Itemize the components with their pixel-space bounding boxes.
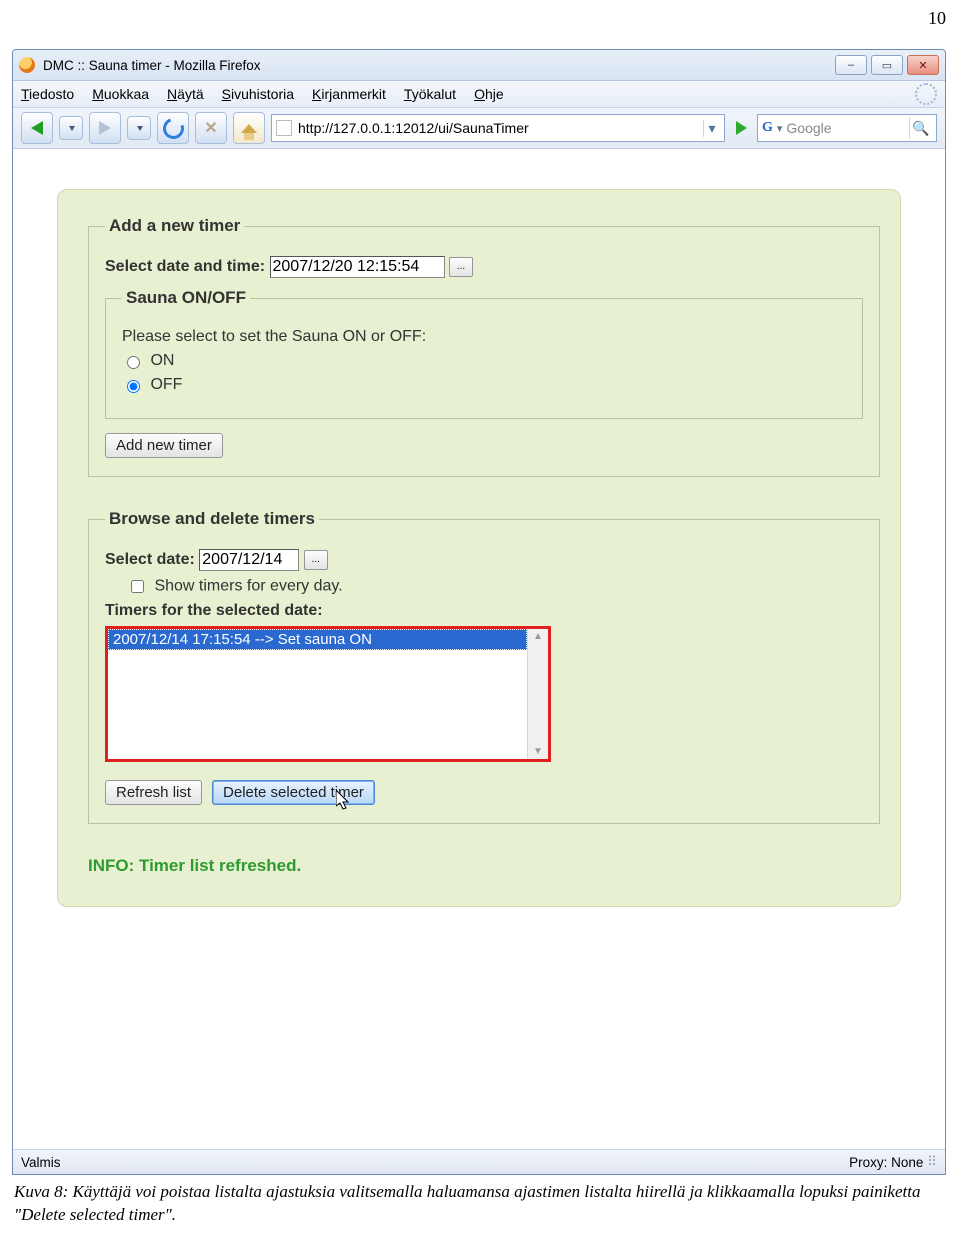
search-engine-icon[interactable]: G (762, 120, 773, 136)
window-close-button[interactable]: ✕ (907, 55, 939, 75)
browse-delete-legend: Browse and delete timers (105, 509, 319, 529)
window-minimize-button[interactable]: – (835, 55, 867, 75)
go-button[interactable] (731, 118, 751, 138)
menu-tools[interactable]: Työkalut (404, 86, 456, 102)
sauna-onoff-prompt: Please select to set the Sauna ON or OFF… (122, 328, 846, 346)
forward-button[interactable] (89, 112, 121, 144)
menu-history[interactable]: Sivuhistoria (222, 86, 294, 102)
main-panel: Add a new timer Select date and time: ..… (57, 189, 901, 907)
page-content: Add a new timer Select date and time: ..… (13, 149, 945, 1149)
back-history-dropdown[interactable] (59, 116, 83, 140)
select-date-label: Select date: (105, 551, 195, 568)
menu-file[interactable]: Tiedosto (21, 86, 74, 102)
scroll-down-icon[interactable]: ▼ (533, 746, 543, 757)
show-all-days-label: Show timers for every day. (154, 578, 342, 595)
url-dropdown[interactable]: ▾ (703, 120, 720, 137)
info-message: INFO: Timer list refreshed. (88, 856, 880, 876)
timer-listbox[interactable]: 2007/12/14 17:15:54 --> Set sauna ON (108, 629, 527, 759)
timer-list-item[interactable]: 2007/12/14 17:15:54 --> Set sauna ON (108, 629, 527, 650)
home-button[interactable] (233, 112, 265, 144)
status-bar: Valmis Proxy: None ⠿ (13, 1149, 945, 1174)
menu-edit[interactable]: Muokkaa (92, 86, 149, 102)
sauna-onoff-fieldset: Sauna ON/OFF Please select to set the Sa… (105, 288, 863, 419)
page-number: 10 (0, 0, 960, 31)
back-button[interactable] (21, 112, 53, 144)
menu-bookmarks[interactable]: Kirjanmerkit (312, 86, 386, 102)
status-right: Proxy: None (849, 1155, 923, 1170)
add-new-timer-button[interactable]: Add new timer (105, 433, 223, 458)
status-left: Valmis (21, 1155, 61, 1170)
resize-grip-icon[interactable]: ⠿ (923, 1154, 937, 1170)
timer-listbox-frame: 2007/12/14 17:15:54 --> Set sauna ON ▲ ▼ (105, 626, 551, 762)
window-maximize-button[interactable]: ▭ (871, 55, 903, 75)
sauna-onoff-legend: Sauna ON/OFF (122, 288, 250, 308)
address-bar[interactable]: http://127.0.0.1:12012/ui/SaunaTimer ▾ (271, 114, 725, 142)
stop-button[interactable]: ✕ (195, 112, 227, 144)
menu-view[interactable]: Näytä (167, 86, 204, 102)
reload-button[interactable] (157, 112, 189, 144)
menu-help[interactable]: Ohje (474, 86, 504, 102)
navigation-toolbar: ✕ http://127.0.0.1:12012/ui/SaunaTimer ▾… (13, 108, 945, 149)
page-icon (276, 120, 292, 136)
window-title: DMC :: Sauna timer - Mozilla Firefox (43, 58, 835, 73)
date-picker-button[interactable]: ... (304, 550, 328, 570)
menubar: Tiedosto Muokkaa Näytä Sivuhistoria Kirj… (13, 81, 945, 108)
timers-for-date-label: Timers for the selected date: (105, 602, 863, 620)
search-icon[interactable]: 🔍 (909, 117, 932, 139)
window-titlebar: DMC :: Sauna timer - Mozilla Firefox – ▭… (13, 50, 945, 81)
sauna-on-radio[interactable] (127, 356, 140, 369)
throbber-icon (915, 83, 937, 105)
datetime-input[interactable] (270, 256, 445, 278)
add-timer-legend: Add a new timer (105, 216, 244, 236)
search-bar[interactable]: G ▾ Google 🔍 (757, 114, 937, 142)
mouse-cursor-icon (336, 790, 356, 814)
scroll-up-icon[interactable]: ▲ (533, 631, 543, 642)
firefox-icon (19, 57, 35, 73)
datetime-picker-button[interactable]: ... (449, 257, 473, 277)
add-timer-fieldset: Add a new timer Select date and time: ..… (88, 216, 880, 477)
select-datetime-label: Select date and time: (105, 258, 265, 275)
browse-delete-fieldset: Browse and delete timers Select date: ..… (88, 509, 880, 824)
date-input[interactable] (199, 549, 299, 571)
browser-window: DMC :: Sauna timer - Mozilla Firefox – ▭… (12, 49, 946, 1175)
show-all-days-checkbox[interactable] (131, 580, 144, 593)
sauna-off-radio[interactable] (127, 380, 140, 393)
url-text[interactable]: http://127.0.0.1:12012/ui/SaunaTimer (298, 120, 697, 136)
sauna-on-label: ON (150, 352, 174, 369)
figure-caption: Kuva 8: Käyttäjä voi poistaa listalta aj… (14, 1181, 948, 1227)
list-scrollbar[interactable]: ▲ ▼ (527, 629, 548, 759)
refresh-list-button[interactable]: Refresh list (105, 780, 202, 805)
search-placeholder: Google (786, 120, 831, 136)
sauna-off-label: OFF (150, 376, 182, 393)
forward-history-dropdown[interactable] (127, 116, 151, 140)
